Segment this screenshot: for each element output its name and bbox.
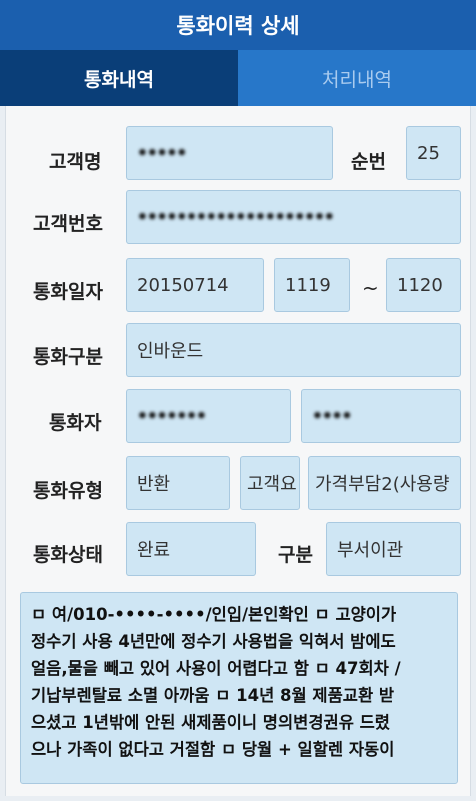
seq-label: 순번 — [351, 151, 386, 173]
customer-name-masked: ••••• — [137, 142, 187, 164]
caller-field-1[interactable]: ••••••• — [126, 389, 291, 443]
range-separator: ~ — [362, 276, 379, 300]
memo-line: 정수기 사용 4년만에 정수기 사용법을 익혀서 밤에도 — [31, 632, 396, 651]
detail-panel: 고객명 ••••• 순번 25 고객번호 •••••••••••••••••••… — [5, 106, 471, 796]
memo-line: 으나 가족이 없다고 거절함 ㅁ 당월 + 일할렌 자동이 — [31, 740, 395, 759]
category-field-3[interactable]: 가격부담2(사용량 — [308, 456, 461, 510]
memo-line: 으셨고 1년밖에 안된 새제품이니 명의변경권유 드렸 — [31, 713, 390, 732]
call-type-field[interactable]: 인바운드 — [126, 323, 461, 377]
division-label: 구분 — [278, 544, 313, 566]
seq-field[interactable]: 25 — [406, 126, 461, 180]
tab-bar: 통화내역 처리내역 — [0, 50, 476, 106]
customer-name-label: 고객명 — [49, 151, 102, 173]
memo-textarea[interactable]: ㅁ 여/010-••••-••••/인입/본인확인 ㅁ 고양이가 정수기 사용 … — [20, 592, 458, 784]
caller-label: 통화자 — [49, 412, 102, 434]
memo-line: 얼음,물을 빼고 있어 사용이 어렵다고 함 ㅁ 47회차 / — [31, 659, 401, 678]
tab-call-history[interactable]: 통화내역 — [0, 50, 238, 106]
call-date-field[interactable]: 20150714 — [126, 258, 264, 312]
tab-processing-history[interactable]: 처리내역 — [238, 50, 476, 106]
memo-line: ㅁ 여/010-••••-••••/인입/본인확인 ㅁ 고양이가 — [31, 605, 397, 624]
call-start-time-field[interactable]: 1119 — [274, 258, 350, 312]
call-status-label: 통화상태 — [33, 544, 103, 566]
customer-no-label: 고객번호 — [33, 213, 103, 235]
caller-masked-1: ••••••• — [137, 405, 207, 427]
caller-masked-2: •••• — [312, 405, 352, 427]
category-field-2[interactable]: 고객요 — [240, 456, 300, 510]
customer-no-masked: •••••••••••••••••••• — [137, 206, 335, 228]
call-type-label: 통화구분 — [33, 346, 103, 368]
division-field[interactable]: 부서이관 — [326, 522, 461, 576]
category-field-1[interactable]: 반환 — [126, 456, 230, 510]
caller-field-2[interactable]: •••• — [301, 389, 461, 443]
call-category-label: 통화유형 — [33, 480, 103, 502]
call-date-label: 통화일자 — [33, 281, 103, 303]
memo-line: 기납부렌탈료 소멸 아까움 ㅁ 14년 8월 제품교환 받 — [31, 686, 395, 705]
customer-no-field[interactable]: •••••••••••••••••••• — [126, 190, 461, 244]
call-end-time-field[interactable]: 1120 — [386, 258, 461, 312]
page-title: 통화이력 상세 — [0, 0, 476, 50]
customer-name-field[interactable]: ••••• — [126, 126, 333, 180]
call-status-field[interactable]: 완료 — [126, 522, 256, 576]
